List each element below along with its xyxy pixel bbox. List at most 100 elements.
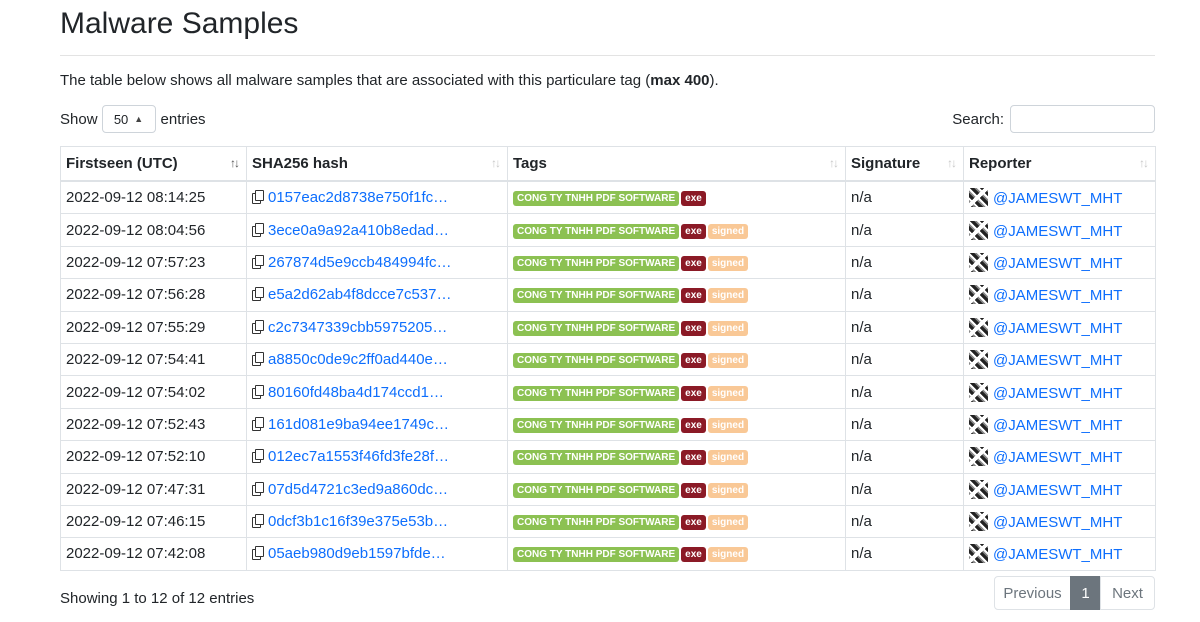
copy-icon[interactable] <box>252 449 264 464</box>
copy-icon[interactable] <box>252 287 264 302</box>
tag-exe-badge[interactable]: exe <box>681 547 706 563</box>
tag-vendor-badge[interactable]: CONG TY TNHH PDF SOFTWARE <box>513 515 680 531</box>
tag-exe-badge[interactable]: exe <box>681 353 706 369</box>
tag-vendor-badge[interactable]: CONG TY TNHH PDF SOFTWARE <box>513 450 680 466</box>
previous-button[interactable]: Previous <box>994 576 1071 610</box>
hash-link[interactable]: 3ece0a9a92a410b8edad… <box>268 222 449 239</box>
tag-signed-badge[interactable]: signed <box>707 450 749 466</box>
tag-vendor-badge[interactable]: CONG TY TNHH PDF SOFTWARE <box>513 223 680 239</box>
tag-vendor-badge[interactable]: CONG TY TNHH PDF SOFTWARE <box>513 191 680 207</box>
copy-icon[interactable] <box>252 546 264 561</box>
tag-exe-badge[interactable]: exe <box>681 223 706 239</box>
column-header-tags[interactable]: Tags ↑↓ <box>507 146 846 182</box>
reporter-link[interactable]: @JAMESWT_MHT <box>993 417 1122 434</box>
column-header-signature[interactable]: Signature ↑↓ <box>845 146 964 182</box>
copy-icon[interactable] <box>252 222 264 237</box>
tag-signed-badge[interactable]: signed <box>707 353 749 369</box>
tag-signed-badge[interactable]: signed <box>707 482 749 498</box>
copy-icon[interactable] <box>252 384 264 399</box>
hash-link[interactable]: e5a2d62ab4f8dcce7c537… <box>268 286 452 303</box>
table-row: 2022-09-12 07:54:41 a8850c0de9c2ff0ad440e… <box>60 342 1156 377</box>
copy-icon[interactable] <box>252 481 264 496</box>
hash-cell: 012ec7a1553f46fd3fe28f… <box>246 440 508 474</box>
tag-vendor-badge[interactable]: CONG TY TNHH PDF SOFTWARE <box>513 320 680 336</box>
hash-link[interactable]: 161d081e9ba94ee1749c… <box>268 416 449 433</box>
tag-exe-badge[interactable]: exe <box>681 320 706 336</box>
tag-exe-badge[interactable]: exe <box>681 288 706 304</box>
reporter-link[interactable]: @JAMESWT_MHT <box>993 385 1122 402</box>
tag-signed-badge[interactable]: signed <box>707 320 749 336</box>
tag-exe-badge[interactable]: exe <box>681 417 706 433</box>
tags-cell: CONG TY TNHH PDF SOFTWARE exe signed <box>507 245 846 280</box>
tag-exe-badge[interactable]: exe <box>681 191 706 207</box>
hash-link[interactable]: 012ec7a1553f46fd3fe28f… <box>268 448 449 465</box>
tag-vendor-badge[interactable]: CONG TY TNHH PDF SOFTWARE <box>513 288 680 304</box>
page-1-button[interactable]: 1 <box>1070 576 1101 610</box>
reporter-link[interactable]: @JAMESWT_MHT <box>993 514 1122 531</box>
tag-exe-badge[interactable]: exe <box>681 450 706 466</box>
tag-signed-badge[interactable]: signed <box>707 417 749 433</box>
avatar <box>969 220 988 240</box>
signature-cell: n/a <box>845 407 964 442</box>
reporter-link[interactable]: @JAMESWT_MHT <box>993 190 1122 207</box>
hash-cell: a8850c0de9c2ff0ad440e… <box>246 342 508 377</box>
copy-icon[interactable] <box>252 254 264 269</box>
tag-vendor-badge[interactable]: CONG TY TNHH PDF SOFTWARE <box>513 482 680 498</box>
table-row: 2022-09-12 07:55:29 c2c7347339cbb5975205…… <box>60 310 1156 344</box>
hash-link[interactable]: 07d5d4721c3ed9a860dc… <box>268 481 448 498</box>
reporter-cell: @JAMESWT_MHT <box>963 375 1156 409</box>
tag-signed-badge[interactable]: signed <box>707 255 749 271</box>
hash-link[interactable]: a8850c0de9c2ff0ad440e… <box>268 351 448 368</box>
tag-exe-badge[interactable]: exe <box>681 515 706 531</box>
tag-vendor-badge[interactable]: CONG TY TNHH PDF SOFTWARE <box>513 417 680 433</box>
table-row: 2022-09-12 07:52:43 161d081e9ba94ee1749c…… <box>60 407 1156 442</box>
tag-vendor-badge[interactable]: CONG TY TNHH PDF SOFTWARE <box>513 255 680 271</box>
reporter-link[interactable]: @JAMESWT_MHT <box>993 223 1122 240</box>
copy-icon[interactable] <box>252 514 264 529</box>
copy-icon[interactable] <box>252 352 264 367</box>
tag-signed-badge[interactable]: signed <box>707 515 749 531</box>
hash-link[interactable]: 80160fd48ba4d174ccd1… <box>268 384 444 401</box>
reporter-link[interactable]: @JAMESWT_MHT <box>993 546 1122 563</box>
tag-signed-badge[interactable]: signed <box>707 547 749 563</box>
signature-cell: n/a <box>845 472 964 506</box>
hash-cell: c2c7347339cbb5975205… <box>246 310 508 344</box>
entries-select[interactable]: 50 ▲︎ <box>101 105 156 133</box>
copy-icon[interactable] <box>252 190 264 205</box>
tag-exe-badge[interactable]: exe <box>681 385 706 401</box>
column-header-sha256[interactable]: SHA256 hash ↑↓ <box>246 146 508 182</box>
sort-icon: ↑↓ <box>1139 156 1149 170</box>
entries-label: entries <box>160 110 206 128</box>
reporter-link[interactable]: @JAMESWT_MHT <box>993 320 1122 337</box>
tag-vendor-badge[interactable]: CONG TY TNHH PDF SOFTWARE <box>513 547 680 563</box>
firstseen-cell: 2022-09-12 07:57:23 <box>60 245 247 280</box>
reporter-link[interactable]: @JAMESWT_MHT <box>993 255 1122 272</box>
firstseen-cell: 2022-09-12 07:47:31 <box>60 472 247 506</box>
copy-icon[interactable] <box>252 416 264 431</box>
tag-exe-badge[interactable]: exe <box>681 255 706 271</box>
hash-link[interactable]: 05aeb980d9eb1597bfde… <box>268 545 446 562</box>
search-input[interactable] <box>1010 105 1155 133</box>
reporter-link[interactable]: @JAMESWT_MHT <box>993 352 1122 369</box>
reporter-link[interactable]: @JAMESWT_MHT <box>993 287 1122 304</box>
tag-exe-badge[interactable]: exe <box>681 482 706 498</box>
tag-signed-badge[interactable]: signed <box>707 385 749 401</box>
reporter-link[interactable]: @JAMESWT_MHT <box>993 449 1122 466</box>
avatar <box>969 382 988 402</box>
hash-link[interactable]: c2c7347339cbb5975205… <box>268 319 447 336</box>
tag-signed-badge[interactable]: signed <box>707 288 749 304</box>
tag-signed-badge[interactable]: signed <box>707 223 749 239</box>
tag-vendor-badge[interactable]: CONG TY TNHH PDF SOFTWARE <box>513 353 680 369</box>
hash-link[interactable]: 0157eac2d8738e750f1fc… <box>268 189 448 206</box>
reporter-link[interactable]: @JAMESWT_MHT <box>993 482 1122 499</box>
next-button[interactable]: Next <box>1100 576 1155 610</box>
hash-link[interactable]: 267874d5e9ccb484994fc… <box>268 254 452 271</box>
column-header-firstseen[interactable]: Firstseen (UTC) ↑↓ <box>60 146 247 182</box>
copy-icon[interactable] <box>252 319 264 334</box>
sort-icon: ↑↓ <box>230 156 240 170</box>
hash-link[interactable]: 0dcf3b1c16f39e375e53b… <box>268 513 448 530</box>
reporter-cell: @JAMESWT_MHT <box>963 504 1156 539</box>
samples-table: Firstseen (UTC) ↑↓ SHA256 hash ↑↓ Tags ↑↓ S… <box>60 146 1156 571</box>
column-header-reporter[interactable]: Reporter ↑↓ <box>963 146 1156 182</box>
tag-vendor-badge[interactable]: CONG TY TNHH PDF SOFTWARE <box>513 385 680 401</box>
